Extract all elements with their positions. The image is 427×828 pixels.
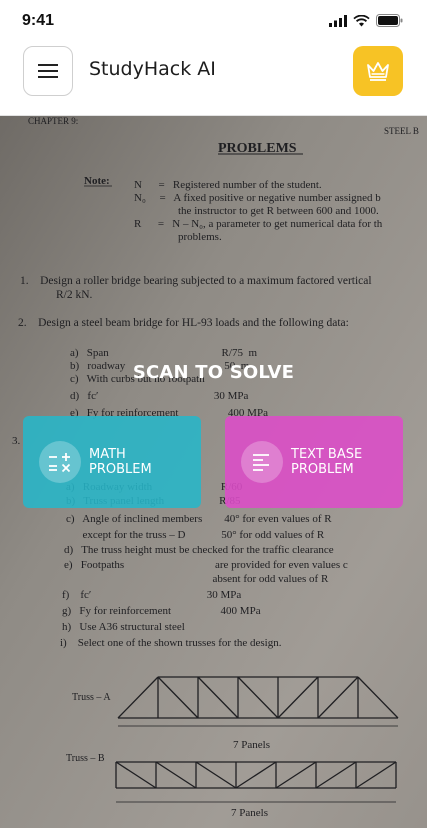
doc-note-line: R = N – N₀, a parameter to get numerical… [134, 218, 383, 230]
text-label-line1: TEXT BASE [291, 447, 363, 462]
doc-note-line: problems. [134, 231, 222, 243]
truss-b-panels: 7 Panels [231, 807, 268, 819]
app-title: StudyHack AI [89, 58, 216, 80]
doc-right-header: STEEL B [384, 126, 419, 136]
wifi-icon [353, 14, 370, 26]
doc-note-line: the instructor to get R between 600 and … [134, 205, 379, 217]
status-bar: 9:41 [0, 0, 427, 44]
doc-list-b-item: c) Angle of inclined members 40° for eve… [66, 513, 332, 525]
doc-list-b-item: i) Select one of the shown trusses for t… [60, 637, 282, 649]
text-problem-label: TEXT BASE PROBLEM [291, 447, 362, 477]
doc-note-line: N = Registered number of the student. [134, 179, 322, 191]
doc-list-b-item: d) The truss height must be checked for … [64, 544, 334, 556]
doc-list-b-item: g) Fy for reinforcement 400 MPa [62, 605, 261, 617]
battery-icon [376, 14, 403, 27]
doc-note-line: N₀ = A fixed positive or negative number… [134, 192, 381, 204]
signal-icon [329, 14, 347, 27]
truss-a-label: Truss – A [72, 692, 111, 703]
truss-a-panels: 7 Panels [233, 739, 270, 751]
app-header: StudyHack AI [0, 44, 427, 116]
status-icons [329, 14, 403, 27]
crown-icon [367, 62, 389, 81]
doc-problem-2: 2. Design a steel beam bridge for HL-93 … [18, 317, 349, 329]
menu-button[interactable] [23, 46, 73, 96]
doc-list-b-item: except for the truss – D 50° for odd val… [66, 529, 325, 541]
text-problem-button[interactable]: TEXT BASE PROBLEM [225, 416, 403, 508]
status-time: 9:41 [22, 12, 55, 29]
doc-problem-1: 1. Design a roller bridge bearing subjec… [20, 275, 372, 287]
math-problem-label: MATH PROBLEM [89, 447, 152, 477]
doc-list-b-item: e) Footpaths are provided for even value… [64, 559, 348, 571]
math-label-line1: MATH [89, 447, 126, 462]
math-problem-button[interactable]: MATH PROBLEM [23, 416, 201, 508]
doc-problem-1-cont: R/2 kN. [56, 289, 93, 301]
scan-title: SCAN TO SOLVE [132, 362, 295, 383]
truss-b-label: Truss – B [66, 753, 105, 764]
doc-note-label: Note: [84, 175, 110, 187]
math-label-line2: PROBLEM [89, 462, 152, 477]
doc-list-b-item: absent for odd values of R [64, 573, 329, 585]
premium-button[interactable] [353, 46, 403, 96]
doc-chapter: CHAPTER 9: [28, 116, 78, 126]
camera-viewfinder[interactable]: CHAPTER 9: STEEL B PROBLEMS Note: N = Re… [0, 116, 427, 828]
doc-list-a-item: a) Span R/75 m [70, 347, 257, 359]
text-lines-icon [241, 441, 283, 483]
hamburger-icon [38, 64, 58, 78]
doc-list-b-item: h) Use A36 structural steel [62, 621, 185, 633]
doc-list-b-item: f) fc′ 30 MPa [62, 589, 241, 601]
doc-list-a-item: d) fc′ 30 MPa [70, 390, 249, 402]
text-label-line2: PROBLEM [291, 462, 354, 477]
math-operators-icon [39, 441, 81, 483]
doc-problem-3: 3. [12, 435, 21, 447]
